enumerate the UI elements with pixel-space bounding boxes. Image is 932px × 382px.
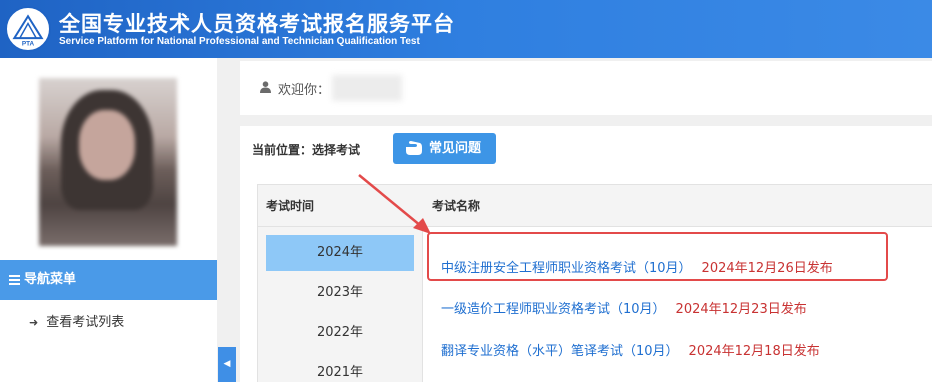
svg-text:PTA: PTA bbox=[22, 40, 35, 47]
sidebar-collapse-button[interactable]: ◀ bbox=[218, 347, 236, 382]
annotation-highlight-box bbox=[427, 232, 888, 281]
sidebar: 导航菜单 ➜ 查看考试列表 bbox=[0, 58, 217, 382]
year-tab-2024[interactable]: 2024年 bbox=[266, 235, 414, 271]
year-tab-2022[interactable]: 2022年 bbox=[266, 315, 414, 351]
avatar bbox=[39, 78, 177, 246]
sidebar-item-exam-list[interactable]: ➜ 查看考试列表 bbox=[29, 311, 124, 330]
header-bar: PTA 全国专业技术人员资格考试报名服务平台 Service Platform … bbox=[0, 0, 932, 58]
user-icon bbox=[260, 81, 271, 96]
nav-menu-header: 导航菜单 bbox=[0, 260, 217, 300]
breadcrumb: 当前位置：选择考试 bbox=[252, 143, 361, 157]
column-header-name: 考试名称 bbox=[423, 185, 932, 227]
faq-button[interactable]: 常见问题 bbox=[393, 133, 496, 164]
year-tab-2023[interactable]: 2023年 bbox=[266, 275, 414, 311]
annotation-arrow bbox=[358, 174, 431, 234]
pointing-hand-icon bbox=[406, 141, 422, 155]
exam-row[interactable]: 翻译专业资格（水平）笔译考试（10月） 2024年12月18日发布 bbox=[441, 340, 820, 359]
publish-date: 2024年12月23日发布 bbox=[675, 302, 807, 317]
platform-subtitle: Service Platform for National Profession… bbox=[59, 36, 420, 47]
caret-left-icon: ◀ bbox=[223, 359, 231, 369]
username-redacted bbox=[332, 75, 402, 101]
exam-link[interactable]: 翻译专业资格（水平）笔译考试（10月） bbox=[441, 344, 679, 359]
year-tab-2021[interactable]: 2021年 bbox=[266, 355, 414, 382]
exam-link[interactable]: 一级造价工程师职业资格考试（10月） bbox=[441, 302, 666, 317]
welcome-label: 欢迎你： bbox=[278, 83, 331, 98]
exam-row[interactable]: 一级造价工程师职业资格考试（10月） 2024年12月23日发布 bbox=[441, 298, 807, 317]
welcome-bar: 欢迎你： bbox=[240, 61, 932, 115]
platform-title: 全国专业技术人员资格考试报名服务平台 bbox=[59, 12, 455, 36]
menu-icon bbox=[9, 273, 20, 287]
pta-logo: PTA bbox=[5, 6, 51, 52]
sign-in-icon: ➜ bbox=[29, 316, 39, 329]
publish-date: 2024年12月18日发布 bbox=[688, 344, 820, 359]
